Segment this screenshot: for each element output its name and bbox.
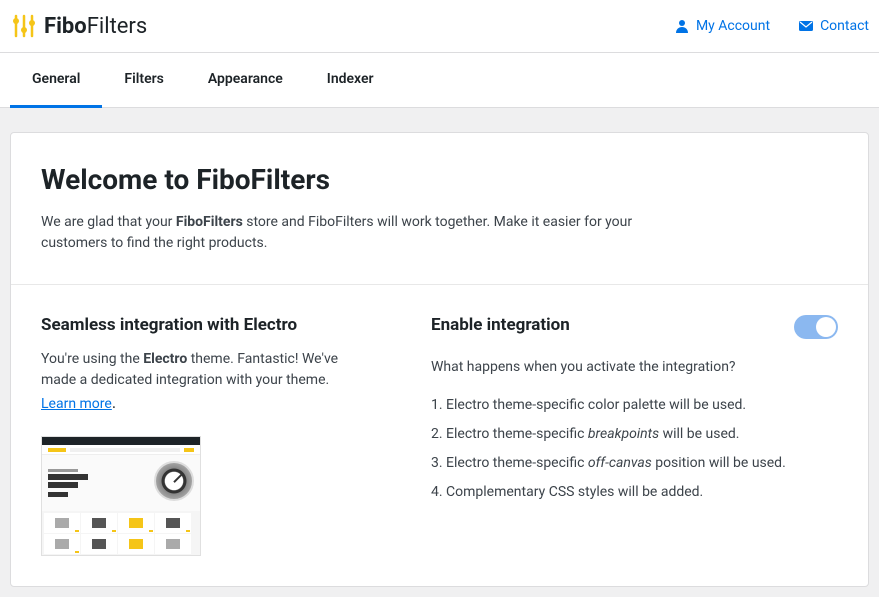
integration-heading: Seamless integration with Electro	[41, 315, 371, 335]
theme-preview-image	[41, 436, 201, 556]
logo-icon	[10, 12, 38, 40]
list-item: Electro theme-specific color palette wil…	[431, 395, 838, 416]
tab-appearance[interactable]: Appearance	[186, 53, 305, 108]
contact-link[interactable]: Contact	[798, 18, 869, 34]
tab-general[interactable]: General	[10, 53, 102, 108]
tabs: General Filters Appearance Indexer	[0, 53, 879, 108]
list-item: Complementary CSS styles will be added.	[431, 482, 838, 503]
integration-text: You're using the Electro theme. Fantasti…	[41, 349, 371, 391]
enable-section: Enable integration What happens when you…	[431, 315, 838, 556]
header: FiboFilters My Account Contact	[0, 0, 879, 53]
enable-subtext: What happens when you activate the integ…	[431, 359, 838, 375]
logo: FiboFilters	[10, 12, 147, 40]
tab-indexer[interactable]: Indexer	[305, 53, 396, 108]
integration-list: Electro theme-specific color palette wil…	[431, 395, 838, 503]
learn-more-link[interactable]: Learn more	[41, 396, 112, 412]
integration-section: Seamless integration with Electro You're…	[11, 285, 868, 586]
welcome-title: Welcome to FiboFilters	[41, 163, 838, 196]
contact-label: Contact	[820, 18, 869, 34]
integration-left: Seamless integration with Electro You're…	[41, 315, 371, 556]
header-links: My Account Contact	[674, 18, 869, 34]
tab-filters[interactable]: Filters	[102, 53, 185, 108]
my-account-label: My Account	[696, 18, 770, 34]
learn-more-line: Learn more.	[41, 393, 371, 412]
list-item: Electro theme-specific off-canvas positi…	[431, 453, 838, 474]
mail-icon	[798, 18, 814, 34]
toggle-knob	[816, 317, 836, 337]
welcome-section: Welcome to FiboFilters We are glad that …	[11, 133, 868, 285]
list-item: Electro theme-specific breakpoints will …	[431, 424, 838, 445]
enable-heading: Enable integration	[431, 315, 570, 335]
my-account-link[interactable]: My Account	[674, 18, 770, 34]
welcome-text: We are glad that your FiboFilters store …	[41, 212, 641, 254]
user-icon	[674, 18, 690, 34]
content: Welcome to FiboFilters We are glad that …	[0, 108, 879, 597]
enable-toggle[interactable]	[794, 315, 838, 339]
logo-text: FiboFilters	[44, 14, 147, 39]
main-card: Welcome to FiboFilters We are glad that …	[10, 132, 869, 587]
